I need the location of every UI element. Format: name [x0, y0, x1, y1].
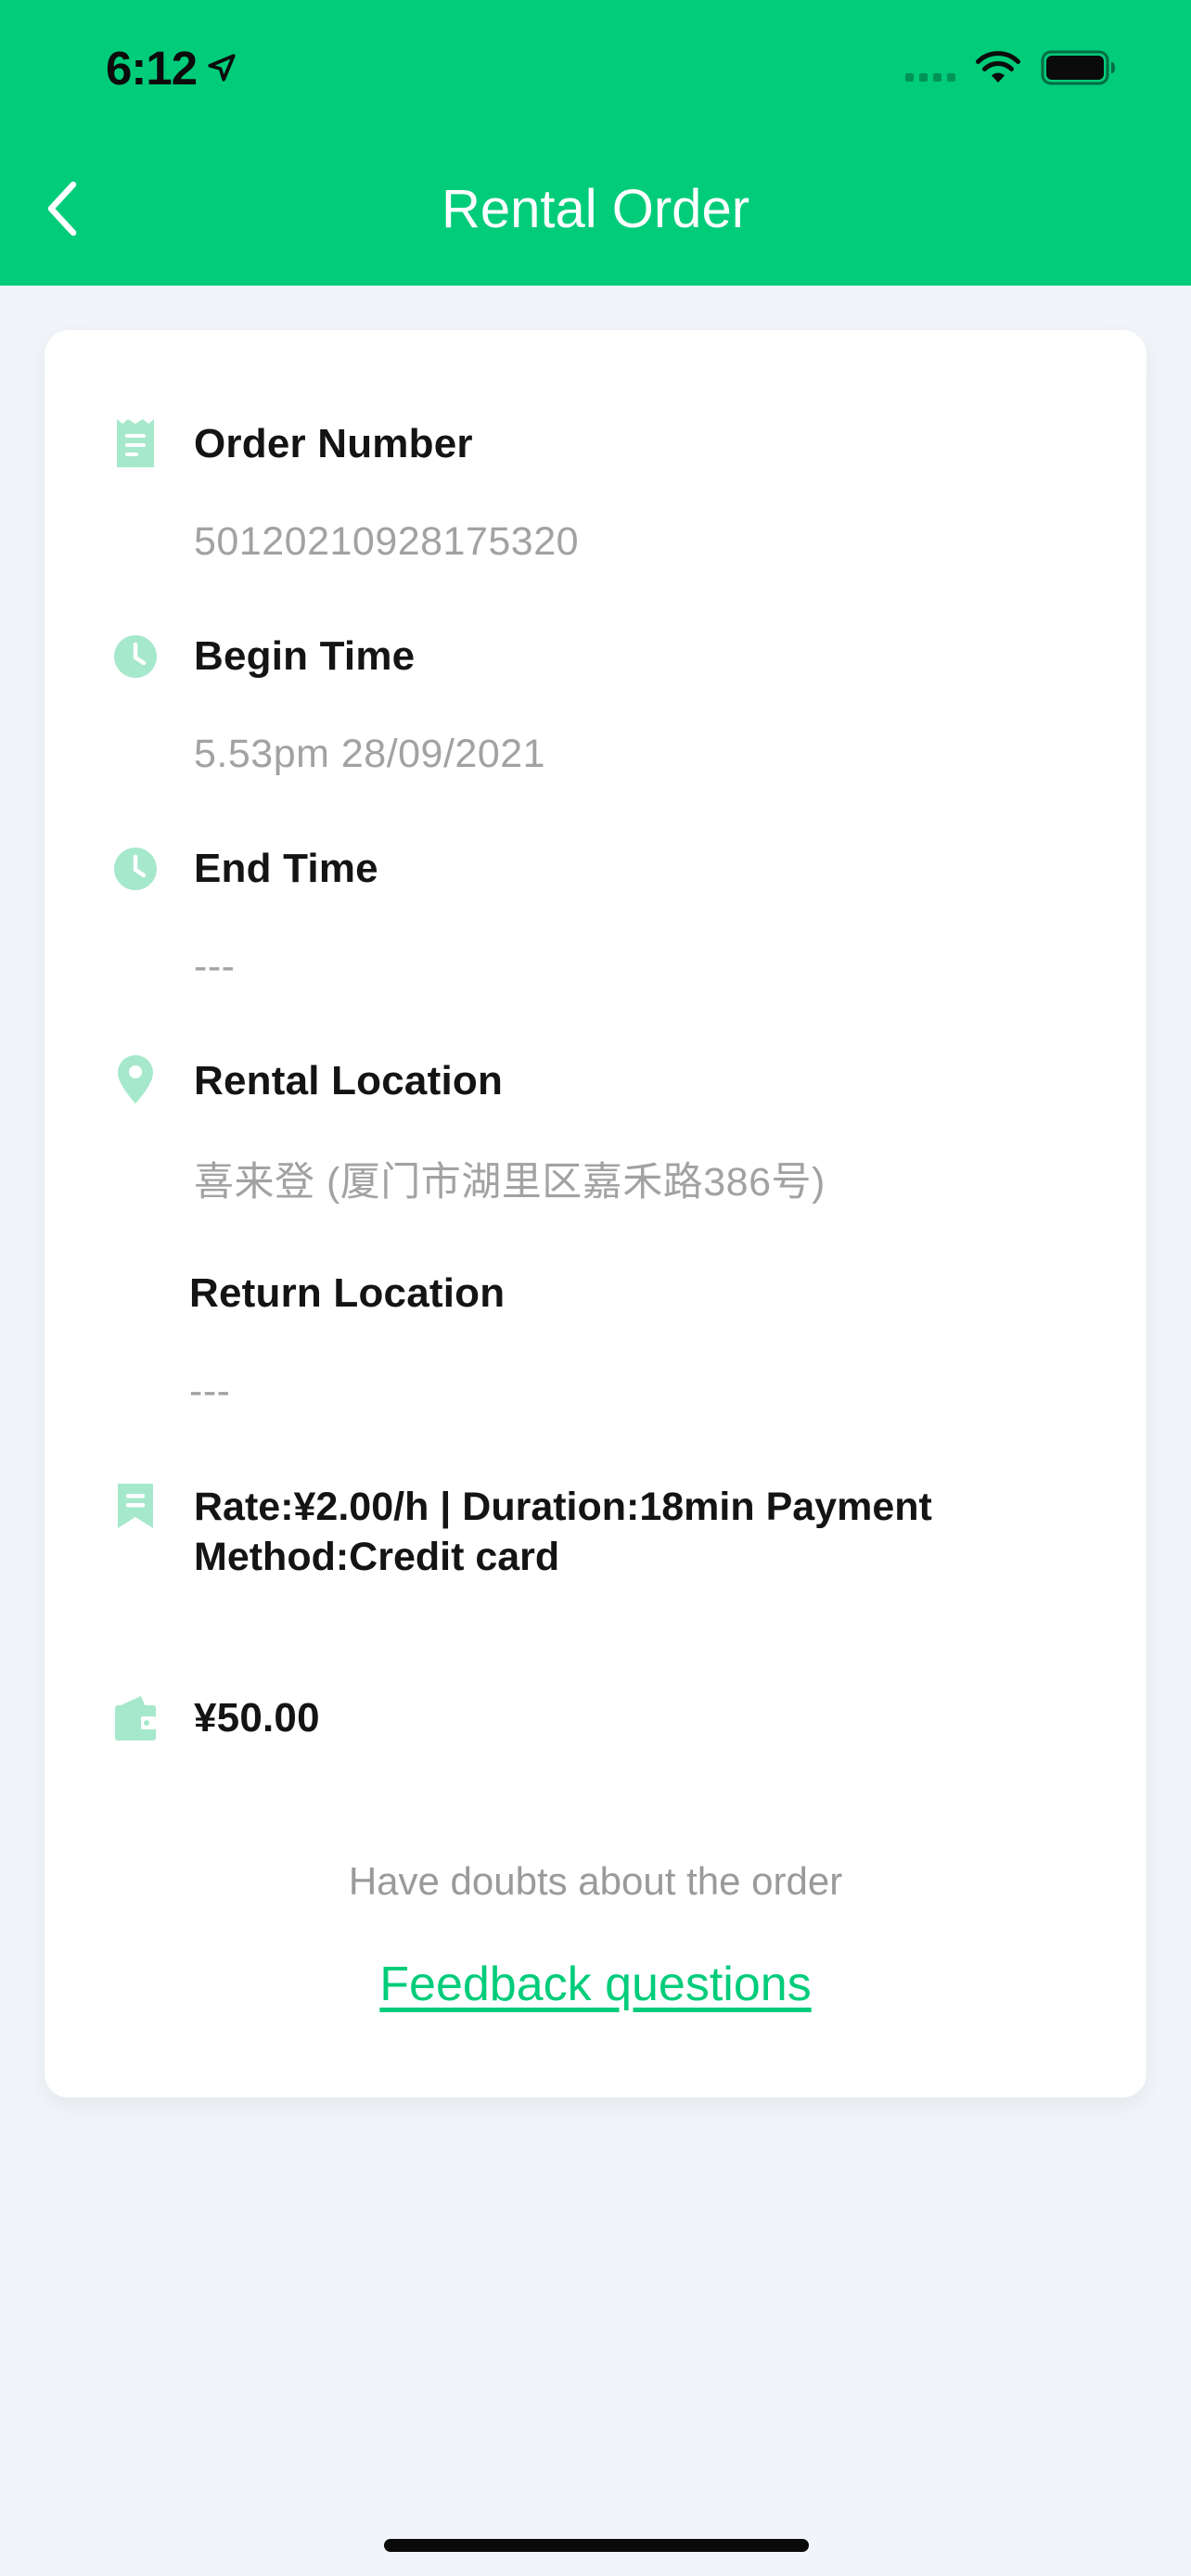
- app-header: 6:12 Rental Order: [0, 0, 1191, 286]
- return-location-label: Return Location: [189, 1270, 506, 1316]
- end-time-label: End Time: [194, 846, 378, 891]
- home-indicator[interactable]: [384, 2539, 809, 2552]
- return-location-value: ---: [189, 1369, 231, 1413]
- page-title: Rental Order: [441, 179, 750, 239]
- order-amount: ¥50.00: [194, 1695, 320, 1741]
- wallet-icon: [113, 1691, 158, 1743]
- wifi-icon: [976, 51, 1020, 83]
- feedback-questions-link[interactable]: Feedback questions: [379, 1958, 811, 2011]
- status-time-text: 6:12: [106, 41, 198, 95]
- cellular-signal-icon: [905, 54, 955, 82]
- location-arrow-icon: [208, 54, 236, 82]
- begin-time-value: 5.53pm 28/09/2021: [194, 732, 546, 776]
- order-details-card: Order Number 50120210928175320 Begin Tim…: [45, 330, 1146, 2098]
- receipt-icon: [113, 417, 158, 469]
- order-number-value: 50120210928175320: [194, 519, 580, 564]
- rental-location-label: Rental Location: [194, 1058, 504, 1103]
- order-doubt-text: Have doubts about the order: [348, 1859, 843, 1903]
- location-pin-icon: [113, 1053, 158, 1105]
- clock-icon: [113, 843, 158, 895]
- rate-duration-payment-info: Rate:¥2.00/h | Duration:18min Payment Me…: [194, 1485, 932, 1579]
- battery-icon: [1041, 50, 1115, 85]
- rental-location-value: 喜来登 (厦门市湖里区嘉禾路386号): [194, 1160, 826, 1205]
- end-time-value: ---: [194, 944, 236, 988]
- begin-time-label: Begin Time: [194, 633, 416, 679]
- feedback-questions-container: Feedback questions: [45, 1955, 1146, 2014]
- status-bar-indicators: [905, 41, 1117, 95]
- status-bar-time: 6:12: [106, 35, 237, 100]
- order-number-label: Order Number: [194, 421, 473, 466]
- clock-icon: [113, 631, 158, 682]
- bookmark-icon: [113, 1480, 158, 1532]
